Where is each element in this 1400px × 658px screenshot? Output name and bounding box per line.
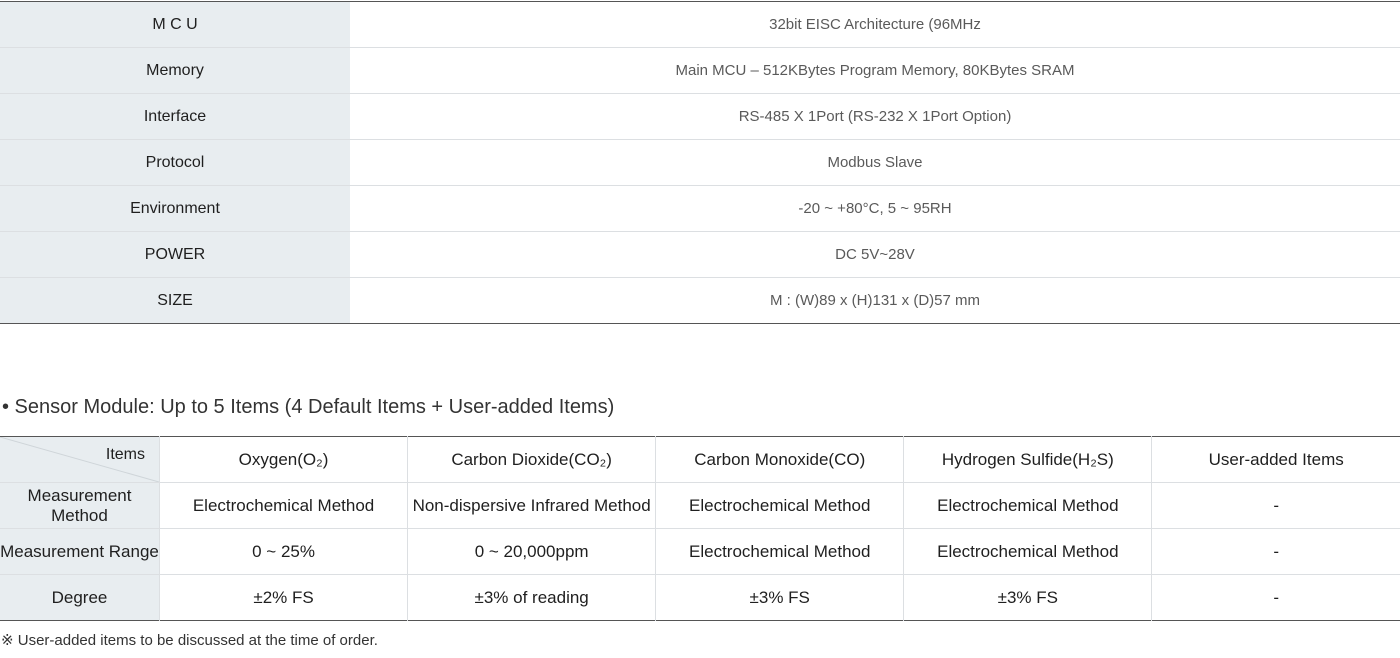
- spec-label-memory: Memory: [0, 47, 350, 94]
- table-row: Memory Main MCU – 512KBytes Program Memo…: [0, 47, 1400, 94]
- spec-value-power: DC 5V~28V: [350, 231, 1400, 278]
- table-row: Measurement Range 0 ~ 25% 0 ~ 20,000ppm …: [0, 528, 1400, 575]
- corner-label: Items: [105, 446, 145, 463]
- column-header-oxygen: Oxygen(O₂): [159, 436, 409, 483]
- table-row: Degree ±2% FS ±3% of reading ±3% FS ±3% …: [0, 574, 1400, 621]
- row-header-range: Measurement Range: [0, 528, 160, 575]
- spec-value-size: M : (W)89 x (H)131 x (D)57 mm: [769, 292, 980, 309]
- row-header-method: Measurement Method: [0, 482, 160, 529]
- table-cell: 0 ~ 25%: [159, 528, 409, 575]
- spec-label-interface: Interface: [0, 93, 350, 140]
- table-row: POWER DC 5V~28V: [0, 231, 1400, 278]
- spec-table: M C U 32bit EISC Architecture (96MHz Mem…: [0, 1, 1400, 324]
- table-row: Interface RS-485 X 1Port (RS-232 X 1Port…: [0, 93, 1400, 140]
- table-cell: ±3% FS: [903, 574, 1153, 621]
- table-row: Protocol Modbus Slave: [0, 139, 1400, 186]
- table-header-row: Items Oxygen(O₂) Carbon Dioxide(CO₂) Car…: [0, 436, 1400, 483]
- table-cell: Electrochemical Method: [655, 528, 905, 575]
- table-cell: Electrochemical Method: [903, 528, 1153, 575]
- column-header-carbon-monoxide: Carbon Monoxide(CO): [655, 436, 905, 483]
- spec-label-size: SIZE: [0, 277, 350, 324]
- spec-label-protocol: Protocol: [0, 139, 350, 186]
- table-cell: Electrochemical Method: [655, 482, 905, 529]
- table-cell: Electrochemical Method: [903, 482, 1153, 529]
- table-cell: Electrochemical Method: [159, 482, 409, 529]
- spec-label-power: POWER: [0, 231, 350, 278]
- spec-value-environment: -20 ~ +80°C, 5 ~ 95RH: [350, 185, 1400, 232]
- section-title: • Sensor Module: Up to 5 Items (4 Defaul…: [2, 396, 615, 418]
- table-row: Measurement Method Electrochemical Metho…: [0, 482, 1400, 529]
- spec-value-protocol: Modbus Slave: [350, 139, 1400, 186]
- table-row: SIZE M : (W)89 x (H)131 x (D)57 mm: [0, 277, 1400, 324]
- spec-value-mcu: 32bit EISC Architecture (96MHz: [350, 1, 1400, 48]
- table-cell: ±3% of reading: [407, 574, 657, 621]
- corner-header: Items: [0, 436, 160, 483]
- spec-label-environment: Environment: [0, 185, 350, 232]
- sensor-table: Items Oxygen(O₂) Carbon Dioxide(CO₂) Car…: [0, 436, 1400, 621]
- footnote: ※ User-added items to be discussed at th…: [1, 632, 378, 649]
- column-header-user-added: User-added Items: [1151, 436, 1400, 483]
- table-row: M C U 32bit EISC Architecture (96MHz: [0, 1, 1400, 48]
- row-header-degree: Degree: [0, 574, 160, 621]
- table-cell: -: [1273, 587, 1280, 607]
- table-cell: ±2% FS: [159, 574, 409, 621]
- column-header-carbon-dioxide: Carbon Dioxide(CO₂): [407, 436, 657, 483]
- table-cell: -: [1151, 528, 1400, 575]
- table-cell: -: [1151, 482, 1400, 529]
- spec-value-memory: Main MCU – 512KBytes Program Memory, 80K…: [350, 47, 1400, 94]
- table-row: Environment -20 ~ +80°C, 5 ~ 95RH: [0, 185, 1400, 232]
- table-cell: Non-dispersive Infrared Method: [407, 482, 657, 529]
- column-header-hydrogen-sulfide: Hydrogen Sulfide(H₂S): [903, 436, 1153, 483]
- spec-value-interface: RS-485 X 1Port (RS-232 X 1Port Option): [350, 93, 1400, 140]
- table-cell: 0 ~ 20,000ppm: [407, 528, 657, 575]
- spec-label-mcu: M C U: [0, 1, 350, 48]
- table-cell: ±3% FS: [655, 574, 905, 621]
